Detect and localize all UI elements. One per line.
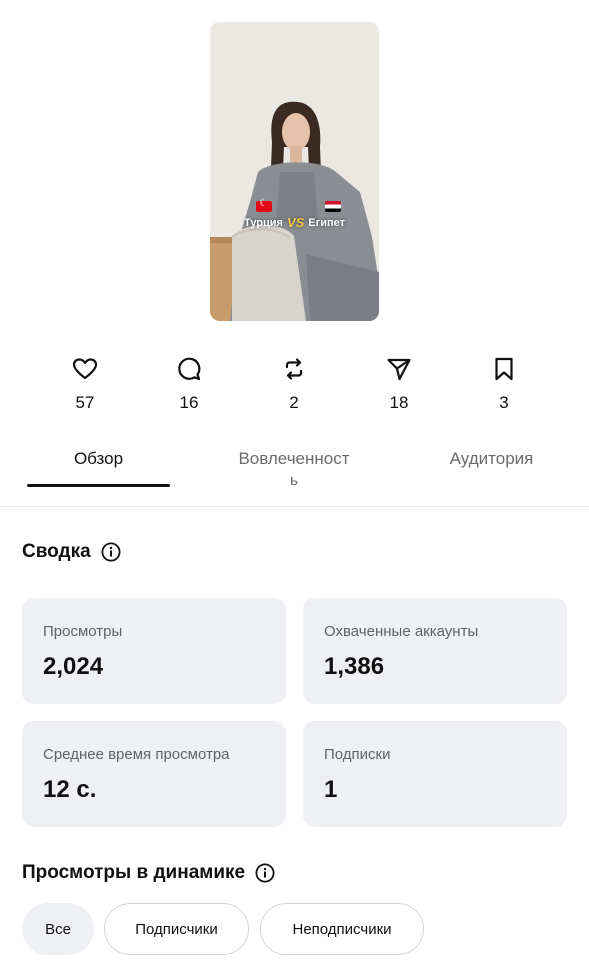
- filter-followers-chip[interactable]: Подписчики: [104, 903, 249, 955]
- egypt-flag-icon: [325, 201, 341, 212]
- repost-icon: [285, 358, 303, 380]
- tab-audience[interactable]: Аудитория: [420, 447, 563, 471]
- stat-comments[interactable]: 16: [159, 355, 219, 413]
- comments-count: 16: [179, 393, 199, 412]
- info-icon[interactable]: [255, 863, 275, 883]
- filter-followers-label: Подписчики: [135, 920, 218, 938]
- reel-caption-left: Турция: [244, 216, 283, 229]
- card-avg-watch-time[interactable]: Среднее время просмотра 12 с.: [22, 721, 286, 827]
- card-views-value: 2,024: [43, 653, 104, 680]
- likes-count: 57: [75, 393, 95, 412]
- views-dynamics-title: Просмотры в динамике: [22, 862, 246, 883]
- filter-non-followers-label: Неподписчики: [292, 920, 392, 938]
- filter-non-followers-chip[interactable]: Неподписчики: [260, 903, 424, 955]
- card-follows[interactable]: Подписки 1: [303, 721, 567, 827]
- share-icon: [387, 358, 411, 381]
- card-accounts-reached[interactable]: Охваченные аккаунты 1,386: [303, 598, 567, 704]
- saves-count: 3: [499, 393, 509, 412]
- filter-all-label: Все: [45, 920, 71, 938]
- card-avg-watch-time-value: 12 с.: [43, 776, 97, 803]
- tab-engagement-label-line2: ь: [290, 472, 298, 489]
- reel-caption: Турция VS Египет: [210, 215, 379, 230]
- info-icon[interactable]: [101, 542, 121, 562]
- turkey-flag-icon: [256, 198, 272, 212]
- card-accounts-reached-label: Охваченные аккаунты: [324, 623, 479, 640]
- heart-icon: [72, 358, 98, 380]
- reel-caption-right: Египет: [308, 216, 345, 229]
- stat-shares[interactable]: 18: [369, 355, 429, 413]
- card-accounts-reached-value: 1,386: [324, 653, 385, 680]
- stat-reposts[interactable]: 2: [264, 355, 324, 413]
- tab-audience-label: Аудитория: [449, 449, 534, 468]
- card-views[interactable]: Просмотры 2,024: [22, 598, 286, 704]
- tab-engagement[interactable]: Вовлеченност ь: [214, 447, 374, 491]
- stat-saves[interactable]: 3: [474, 355, 534, 413]
- bookmark-icon: [495, 357, 513, 381]
- summary-title: Сводка: [22, 541, 91, 562]
- card-views-label: Просмотры: [43, 623, 123, 640]
- reel-thumbnail[interactable]: Турция VS Египет: [210, 22, 379, 321]
- card-follows-label: Подписки: [324, 746, 391, 763]
- card-follows-value: 1: [324, 776, 338, 803]
- active-tab-indicator: [27, 484, 170, 487]
- views-dynamics-header: Просмотры в динамике: [22, 862, 275, 884]
- reel-photo: [210, 22, 379, 321]
- reel-caption-vs: VS: [286, 215, 305, 230]
- engagement-stats-row: 57 16 2 18 3: [0, 355, 589, 415]
- tab-overview[interactable]: Обзор: [27, 447, 170, 471]
- summary-header: Сводка: [22, 541, 121, 563]
- stat-likes[interactable]: 57: [55, 355, 115, 413]
- insights-tabs: Обзор Вовлеченност ь Аудитория: [0, 440, 589, 507]
- card-avg-watch-time-label: Среднее время просмотра: [43, 746, 230, 763]
- tab-engagement-label-line1: Вовлеченност: [238, 449, 350, 468]
- comment-icon: [178, 357, 201, 381]
- filter-all-chip[interactable]: Все: [22, 903, 94, 955]
- shares-count: 18: [389, 393, 409, 412]
- tab-overview-label: Обзор: [73, 449, 124, 468]
- reposts-count: 2: [289, 393, 299, 412]
